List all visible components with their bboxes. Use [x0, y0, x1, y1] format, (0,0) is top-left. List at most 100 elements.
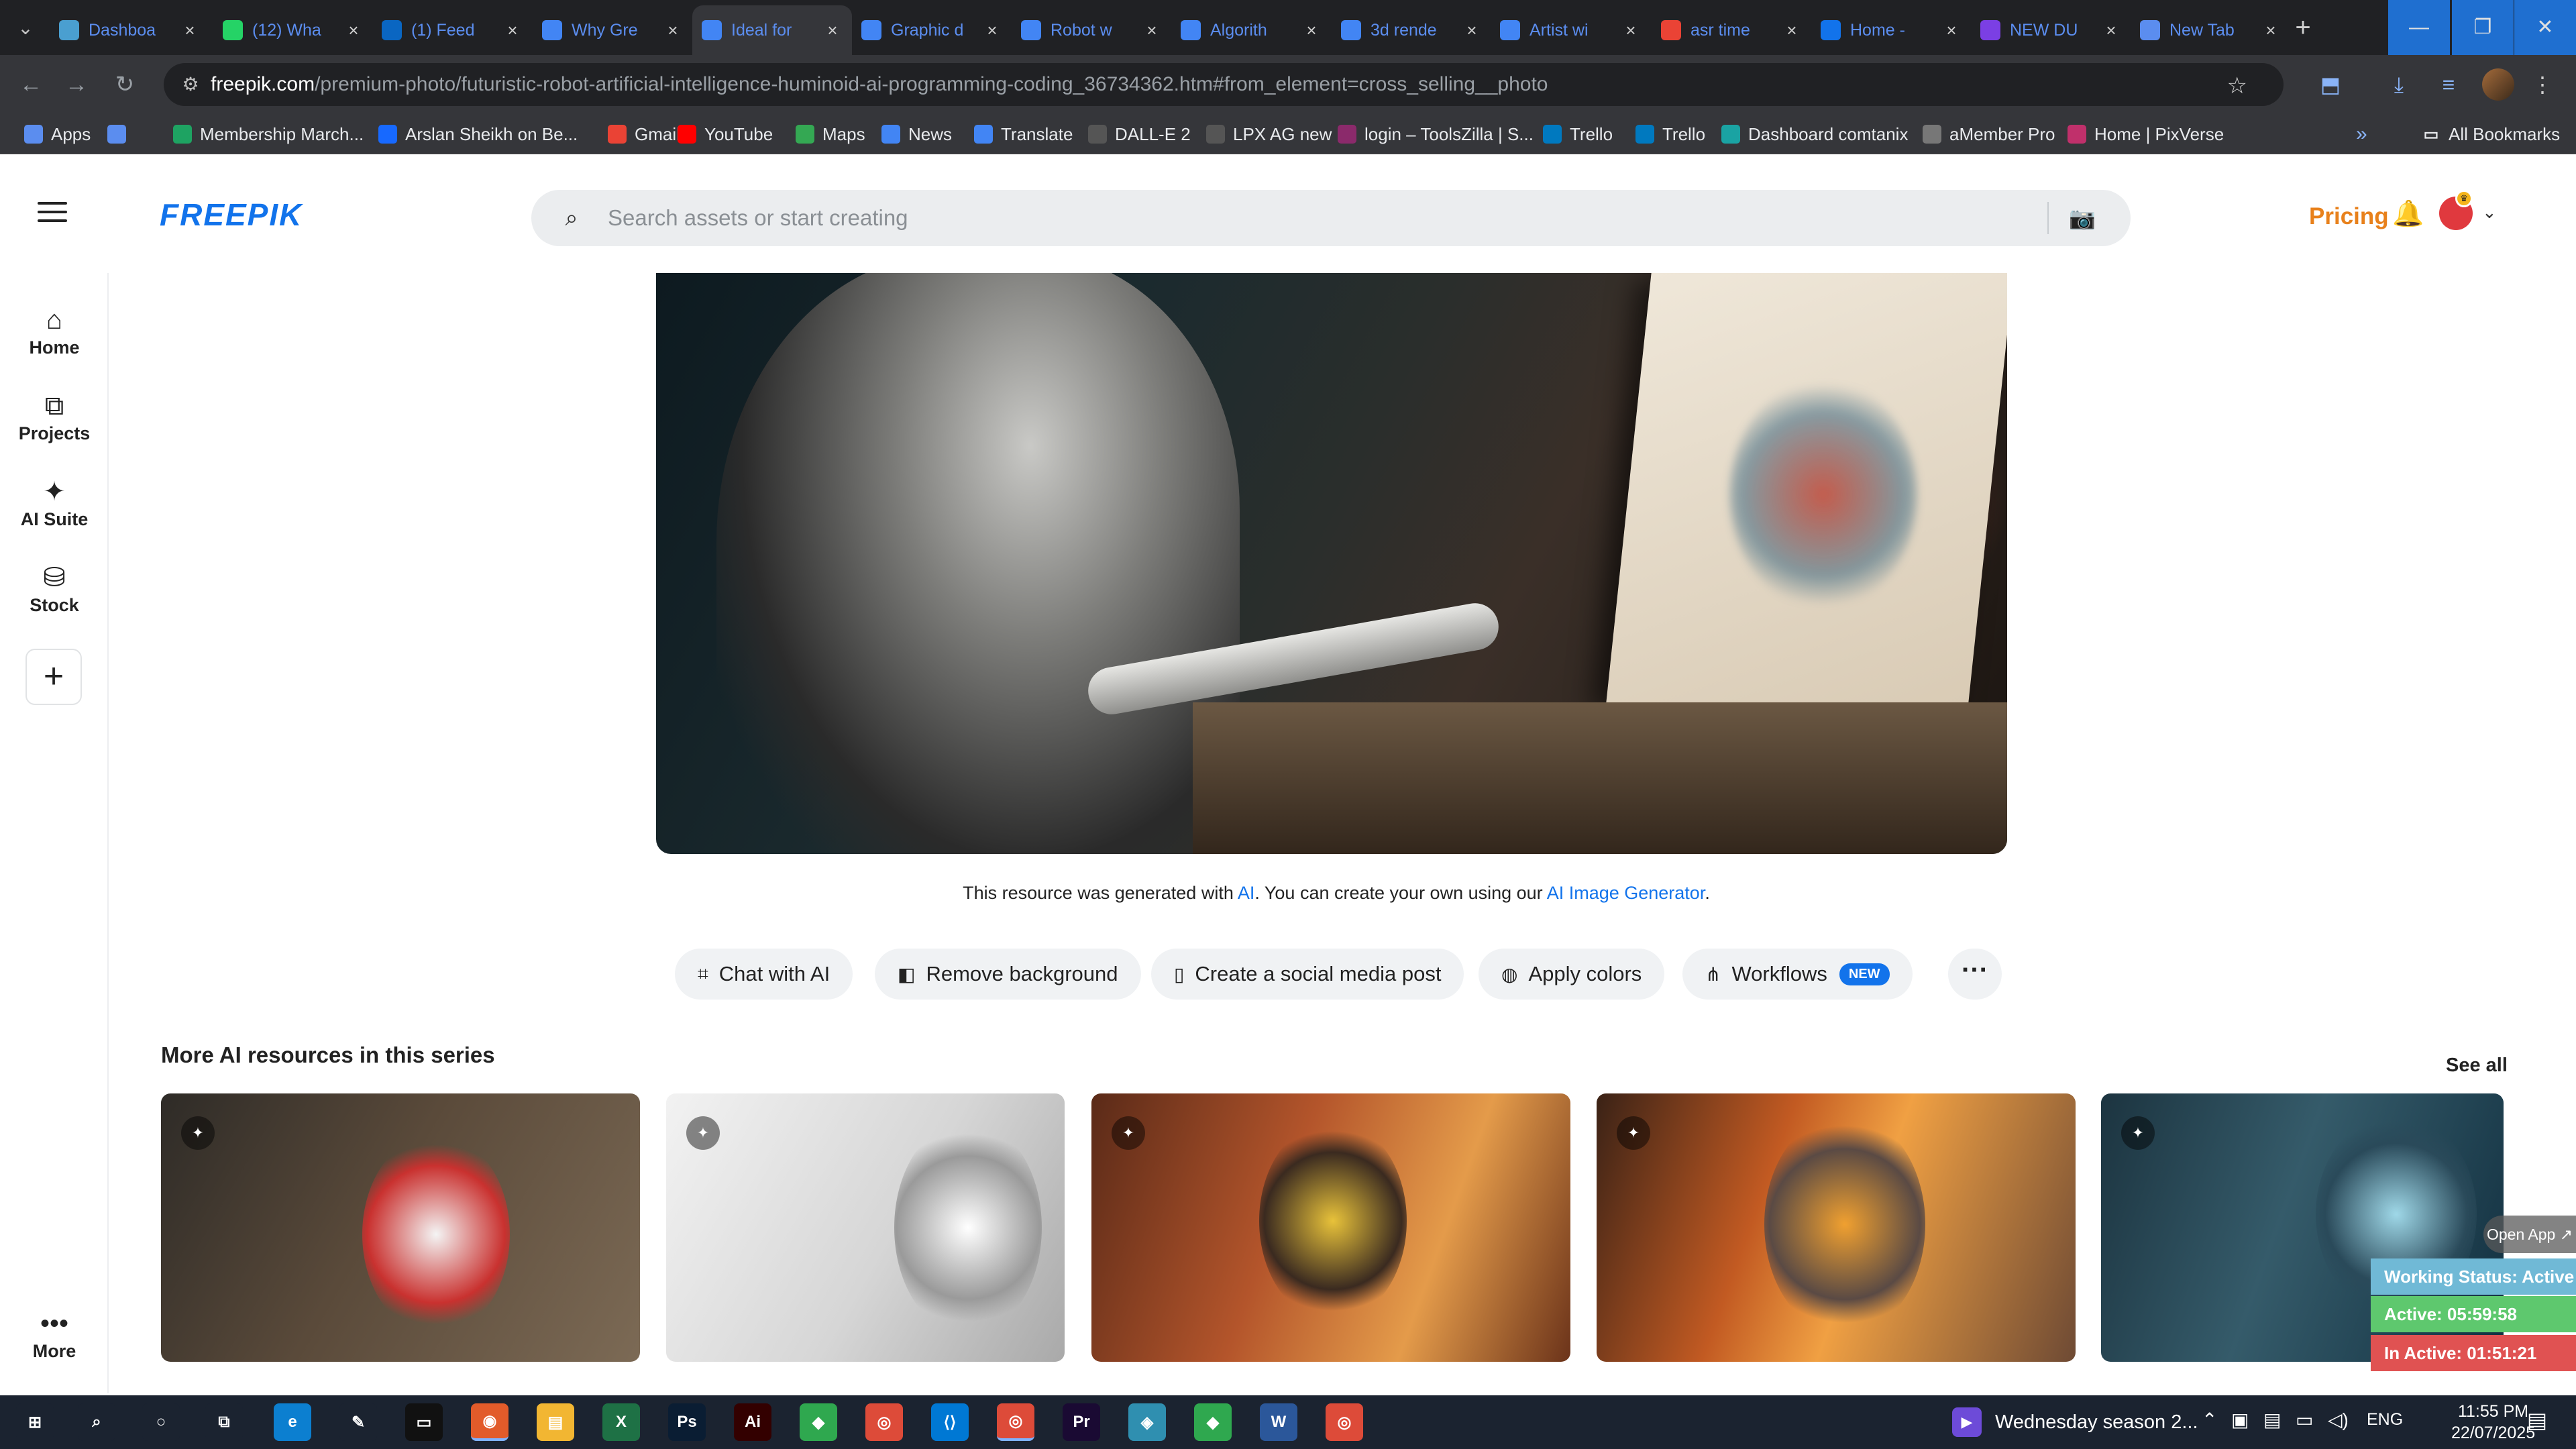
bookmark-item[interactable]: News	[881, 121, 952, 148]
media-now-playing[interactable]: ▶ Wednesday season 2...	[1952, 1407, 2198, 1437]
close-tab-icon[interactable]: ×	[1462, 20, 1482, 41]
workflows-button[interactable]: ⋔ Workflows NEW	[1682, 949, 1913, 1000]
apply-colors-button[interactable]: ◍ Apply colors	[1479, 949, 1665, 1000]
browser-tab[interactable]: Why Gre ×	[533, 5, 692, 55]
language-indicator[interactable]: ENG	[2367, 1410, 2403, 1430]
cortana-icon[interactable]: ○	[142, 1403, 180, 1441]
bookmark-item[interactable]: aMember Pro	[1923, 121, 2055, 148]
reload-icon[interactable]: ↻	[107, 67, 142, 102]
browser-tab[interactable]: Algorith ×	[1171, 5, 1331, 55]
ai-image-generator-link[interactable]: AI Image Generator	[1547, 883, 1705, 903]
see-all-link[interactable]: See all	[2446, 1055, 2508, 1077]
tab-search-icon[interactable]: ⌄	[12, 15, 39, 42]
browser-tab[interactable]: Ideal for ×	[692, 5, 852, 55]
terminal-icon[interactable]: ▭	[405, 1403, 443, 1441]
bookmark-item[interactable]	[107, 121, 134, 148]
close-tab-icon[interactable]: ×	[822, 20, 843, 41]
series-thumbnail[interactable]: ✦	[1597, 1093, 2076, 1362]
app-icon[interactable]: ◉	[471, 1403, 508, 1441]
add-button[interactable]: +	[25, 649, 82, 705]
close-tab-icon[interactable]: ×	[1941, 20, 1962, 41]
browser-tab[interactable]: Home - ×	[1811, 5, 1971, 55]
address-bar[interactable]: ⚙ freepik.com/premium-photo/futuristic-r…	[164, 63, 2284, 106]
pricing-link[interactable]: Pricing	[2309, 203, 2389, 230]
close-tab-icon[interactable]: ×	[1142, 20, 1162, 41]
windows-start-icon[interactable]: ⊞	[16, 1403, 54, 1441]
bookmark-item[interactable]: Trello	[1635, 121, 1705, 148]
photoshop-icon[interactable]: Ps	[668, 1403, 706, 1441]
series-thumbnail[interactable]: ✦	[666, 1093, 1065, 1362]
word-icon[interactable]: W	[1260, 1403, 1297, 1441]
sidebar-item-ai-suite[interactable]: ✦ AI Suite	[0, 474, 109, 530]
bookmark-item[interactable]: Arslan Sheikh on Be...	[378, 121, 578, 148]
tray-chevron-icon[interactable]: ⌃	[2202, 1409, 2217, 1431]
search-input[interactable]	[608, 201, 1882, 235]
browser-tab[interactable]: asr time ×	[1652, 5, 1811, 55]
series-thumbnail[interactable]: ✦	[1091, 1093, 1570, 1362]
browser-tab[interactable]: Graphic d ×	[852, 5, 1012, 55]
close-tab-icon[interactable]: ×	[502, 20, 523, 41]
close-window-button[interactable]: ✕	[2514, 0, 2576, 55]
media-control-icon[interactable]: ≡	[2431, 67, 2466, 102]
browser-menu-icon[interactable]: ⋮	[2525, 67, 2560, 102]
premiere-icon[interactable]: Pr	[1063, 1403, 1100, 1441]
sidebar-item-stock[interactable]: ⛁ Stock	[0, 560, 109, 616]
chevron-down-icon[interactable]: ⌄	[2482, 202, 2497, 223]
volume-icon[interactable]: ◁)	[2328, 1409, 2349, 1431]
browser-tab[interactable]: NEW DU ×	[1971, 5, 2131, 55]
camera-search-icon[interactable]: 📷	[2068, 203, 2097, 233]
search-icon[interactable]: ⌕	[78, 1403, 115, 1441]
create-social-post-button[interactable]: ▯ Create a social media post	[1151, 949, 1464, 1000]
close-tab-icon[interactable]: ×	[2101, 20, 2121, 41]
open-app-button[interactable]: Open App ↗	[2483, 1216, 2576, 1253]
vscode-icon[interactable]: ⟨⟩	[931, 1403, 969, 1441]
bookmark-item[interactable]: Home | PixVerse	[2068, 121, 2224, 148]
series-thumbnail[interactable]: ✦	[161, 1093, 640, 1362]
site-info-icon[interactable]: ⚙	[178, 72, 203, 97]
close-tab-icon[interactable]: ×	[663, 20, 683, 41]
forward-arrow-icon[interactable]: →	[59, 67, 94, 102]
chrome-icon[interactable]: ◎	[997, 1403, 1034, 1441]
bookmark-item[interactable]: Translate	[974, 121, 1073, 148]
resource-preview-image[interactable]	[656, 273, 2007, 854]
edge-icon[interactable]: e	[274, 1403, 311, 1441]
chrome-icon[interactable]: ◎	[865, 1403, 903, 1441]
sidebar-item-projects[interactable]: ⧉ Projects	[0, 388, 109, 444]
tray-app-icon[interactable]: ▤	[2263, 1409, 2281, 1431]
file-explorer-icon[interactable]: ▤	[537, 1403, 574, 1441]
chrome-icon[interactable]: ◎	[1326, 1403, 1363, 1441]
freepik-logo[interactable]: FREEPIK	[160, 197, 303, 233]
bookmark-item[interactable]: Dashboard comtanix	[1721, 121, 1908, 148]
notification-center-icon[interactable]: ▤	[2522, 1407, 2552, 1437]
close-tab-icon[interactable]: ×	[1301, 20, 1322, 41]
close-tab-icon[interactable]: ×	[1782, 20, 1802, 41]
download-icon[interactable]: ⤓	[2381, 67, 2416, 102]
bookmark-star-icon[interactable]: ☆	[2227, 72, 2247, 99]
extension-icon[interactable]: ⬒	[2313, 67, 2348, 102]
bookmark-item[interactable]: LPX AG new	[1206, 121, 1332, 148]
ai-link[interactable]: AI	[1238, 883, 1255, 903]
browser-tab[interactable]: Dashboa ×	[50, 5, 209, 55]
task-view-icon[interactable]: ⧉	[205, 1403, 243, 1441]
back-arrow-icon[interactable]: ←	[13, 67, 48, 102]
bookmark-item[interactable]: login – ToolsZilla | S...	[1338, 121, 1534, 148]
sidebar-item-home[interactable]: ⌂ Home	[0, 303, 109, 358]
bookmark-item[interactable]: Trello	[1543, 121, 1613, 148]
tray-app-icon[interactable]: ▣	[2231, 1409, 2249, 1431]
remove-background-button[interactable]: ◧ Remove background	[875, 949, 1141, 1000]
bookmark-item[interactable]: DALL-E 2	[1088, 121, 1191, 148]
close-tab-icon[interactable]: ×	[343, 20, 364, 41]
illustrator-icon[interactable]: Ai	[734, 1403, 771, 1441]
browser-tab[interactable]: (12) Wha ×	[213, 5, 373, 55]
pen-icon[interactable]: ✎	[339, 1403, 377, 1441]
all-bookmarks-folder[interactable]: ▭ All Bookmarks	[2422, 121, 2561, 148]
bookmark-item[interactable]: YouTube	[678, 121, 773, 148]
more-actions-button[interactable]: ···	[1948, 949, 2002, 1000]
sidebar-item-more[interactable]: ••• More	[0, 1306, 109, 1362]
browser-tab[interactable]: Artist wi ×	[1491, 5, 1650, 55]
browser-tab[interactable]: (1) Feed ×	[372, 5, 532, 55]
hamburger-menu-icon[interactable]	[38, 202, 67, 226]
close-tab-icon[interactable]: ×	[2261, 20, 2281, 41]
more-bookmarks-chevron-icon[interactable]: »	[2356, 121, 2367, 148]
browser-tab[interactable]: 3d rende ×	[1332, 5, 1491, 55]
